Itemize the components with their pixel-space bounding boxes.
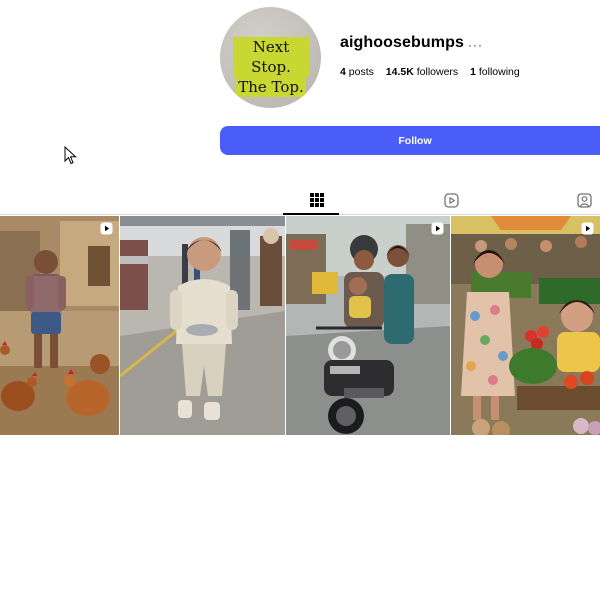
tagged-icon	[576, 192, 592, 208]
post-image	[451, 216, 600, 435]
post-thumbnail-toddler-chickens[interactable]	[0, 216, 119, 435]
reels-icon	[443, 192, 459, 208]
profile-username: aighoosebumps	[340, 34, 464, 51]
mouse-cursor-icon	[64, 146, 77, 165]
posts-grid	[0, 216, 600, 435]
reel-indicator-icon	[581, 222, 594, 235]
tab-tagged[interactable]	[572, 190, 596, 210]
active-tab-indicator	[283, 213, 339, 215]
post-image	[0, 216, 119, 435]
post-thumbnail-motorcycle-family[interactable]	[286, 216, 450, 435]
more-options-icon[interactable]: ···	[468, 38, 483, 52]
follow-button[interactable]: Follow	[220, 126, 600, 155]
post-image	[120, 216, 285, 435]
followers-count[interactable]: 14.5K followers	[386, 66, 458, 78]
tab-posts-grid[interactable]	[305, 190, 329, 210]
post-thumbnail-toddler-platform[interactable]	[120, 216, 285, 435]
reel-indicator-icon	[100, 222, 113, 235]
post-thumbnail-vegetable-market[interactable]	[451, 216, 600, 435]
avatar-logo-text: Next Stop. The Top.	[233, 37, 309, 97]
posts-count[interactable]: 4 posts	[340, 66, 374, 78]
tab-reels[interactable]	[439, 190, 463, 210]
reel-indicator-icon	[431, 222, 444, 235]
profile-stats: 4 posts 14.5K followers 1 following	[340, 66, 529, 78]
following-count[interactable]: 1 following	[470, 66, 520, 78]
grid-icon	[310, 193, 324, 207]
post-image	[286, 216, 450, 435]
profile-avatar[interactable]: Next Stop. The Top.	[220, 7, 321, 108]
